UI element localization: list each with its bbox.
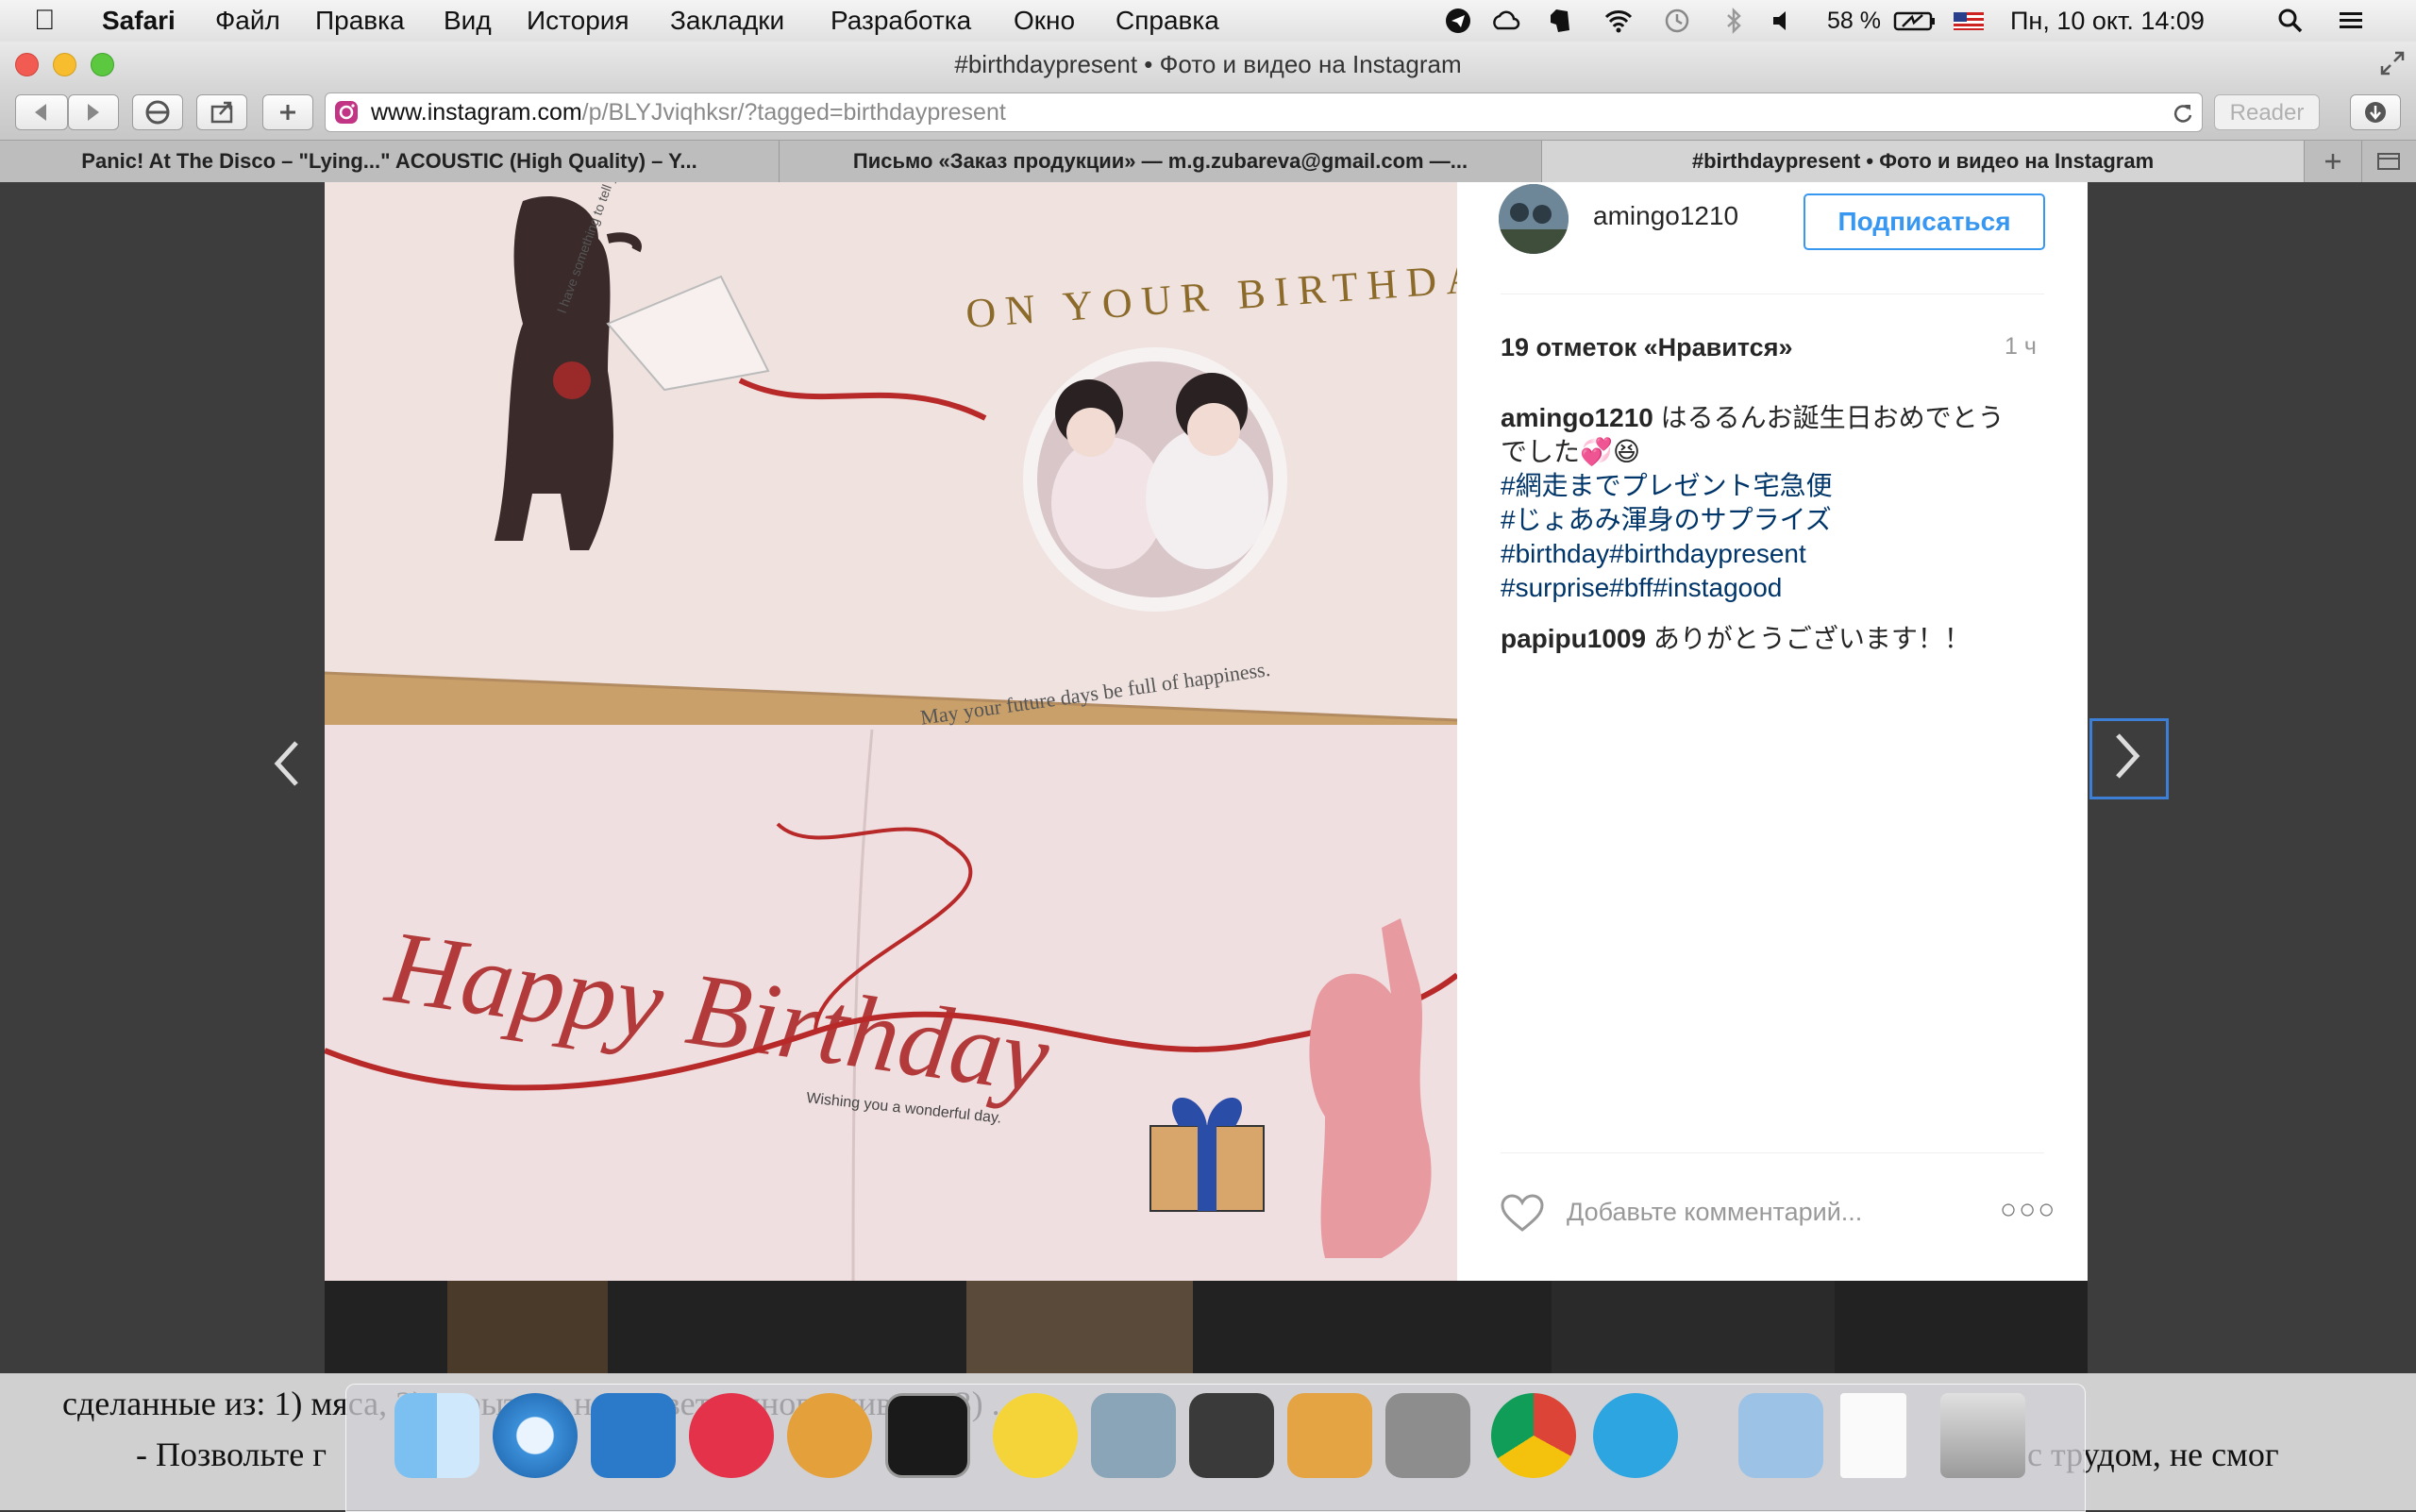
post-side-panel: amingo1210 Подписаться 19 отметок «Нрави… [1457, 182, 2088, 1281]
add-comment-input[interactable]: Добавьте комментарий... [1567, 1198, 1862, 1227]
chrome-dock-icon[interactable] [1491, 1393, 1576, 1478]
time-machine-icon[interactable] [1661, 6, 1693, 36]
document-dock-icon[interactable] [1840, 1393, 1906, 1478]
post-time[interactable]: 1 ч [2005, 333, 2037, 361]
menu-file[interactable]: Файл [215, 0, 280, 42]
menu-app-name[interactable]: Safari [102, 0, 176, 42]
plus-icon [2325, 154, 2340, 169]
plus-icon [280, 105, 295, 120]
menu-develop[interactable]: Разработка [830, 0, 971, 42]
avatar-image [1499, 184, 1569, 254]
background-doc-text: - Позвольте г [136, 1436, 327, 1473]
tab-overview-button[interactable] [2361, 141, 2416, 182]
url-path: /p/BLYJviqhksr/?tagged=birthdaypresent [581, 99, 1006, 126]
battery-percent: 58 % [1827, 8, 1881, 34]
user-avatar[interactable] [1499, 184, 1569, 254]
share-icon [210, 101, 233, 124]
apple-icon[interactable]:  [34, 0, 56, 42]
likes-count[interactable]: 19 отметок «Нравится» [1501, 333, 1792, 362]
ibooks-dock-icon[interactable] [1287, 1393, 1372, 1478]
post-photo[interactable]: I have something to tell you ON YOUR BIR… [325, 182, 1457, 1281]
like-heart-icon[interactable] [1501, 1194, 1544, 1234]
telegram-status-icon[interactable] [1442, 6, 1474, 36]
battery-icon[interactable] [1893, 6, 1937, 36]
terminal-dock-icon[interactable] [885, 1393, 970, 1478]
url-host: www.instagram.com/p/BLYJviqhksr/?tagged=… [371, 99, 1006, 126]
instagram-favicon [335, 101, 358, 124]
forward-button[interactable] [68, 94, 119, 130]
notification-center-icon[interactable] [2335, 6, 2367, 36]
new-tab-plus-button[interactable] [2305, 141, 2362, 182]
menu-view[interactable]: Вид [444, 0, 492, 42]
app-orange-dock-icon[interactable] [787, 1393, 872, 1478]
tab-bar: Panic! At The Disco – "Lying..." ACOUSTI… [0, 140, 2416, 183]
menu-bookmarks[interactable]: Закладки [670, 0, 784, 42]
page-viewport: I have something to tell you ON YOUR BIR… [0, 182, 2416, 1373]
previous-post-arrow[interactable] [270, 737, 304, 803]
volume-icon[interactable] [1767, 6, 1799, 36]
post-username[interactable]: amingo1210 [1593, 201, 1738, 231]
background-thumbnails [447, 1281, 1835, 1373]
hashtag-link[interactable]: #surprise#bff#instagood [1501, 571, 2029, 605]
sublime-text-dock-icon[interactable] [1189, 1393, 1274, 1478]
evernote-extension-button[interactable] [132, 94, 183, 130]
applications-folder-dock-icon[interactable] [1738, 1393, 1823, 1478]
birthday-card-image: I have something to tell you ON YOUR BIR… [325, 182, 1457, 1281]
skitch-dock-icon[interactable] [689, 1393, 774, 1478]
menu-window[interactable]: Окно [1014, 0, 1075, 42]
window-title: #birthdaypresent • Фото и видео на Insta… [954, 50, 1462, 78]
tab-instagram[interactable]: #birthdaypresent • Фото и видео на Insta… [1542, 141, 2305, 182]
finder-dock-icon[interactable] [394, 1393, 479, 1478]
comment-text: ありがとうございます！！ [1653, 624, 1971, 653]
cloud-sync-icon[interactable] [1489, 6, 1521, 36]
download-icon [2365, 102, 2386, 123]
bluetooth-icon[interactable] [1718, 6, 1750, 36]
hashtag-link[interactable]: #birthday#birthdaypresent [1501, 537, 2029, 571]
follow-button[interactable]: Подписаться [1804, 193, 2045, 250]
new-tab-button[interactable] [262, 94, 313, 130]
menu-bar:  Safari Файл Правка Вид История Закладк… [0, 0, 2416, 42]
tab-gmail-letter[interactable]: Письмо «Заказ продукции» — m.g.zubareva@… [780, 141, 1542, 182]
downloads-button[interactable] [2350, 94, 2401, 130]
ie-tab-icon [145, 100, 170, 125]
tab-panic-at-the-disco[interactable]: Panic! At The Disco – "Lying..." ACOUSTI… [0, 141, 780, 182]
back-arrow-icon [35, 104, 46, 121]
divider [1501, 1152, 2044, 1153]
background-posts-strip [325, 1281, 2088, 1373]
next-post-arrow[interactable] [2110, 730, 2144, 796]
reload-icon[interactable] [2170, 101, 2194, 126]
word-dock-icon[interactable] [591, 1393, 676, 1478]
more-options-button[interactable]: ○○○ [2000, 1194, 2056, 1226]
spotlight-search-icon[interactable] [2274, 6, 2307, 36]
reader-button[interactable]: Reader [2214, 94, 2320, 130]
comment-item: papipu1009 ありがとうございます！！ [1501, 618, 2029, 656]
hashtag-link[interactable]: #じょあみ渾身のサプライズ [1501, 503, 2029, 537]
browser-toolbar: www.instagram.com/p/BLYJviqhksr/?tagged=… [0, 87, 2416, 140]
us-flag-icon[interactable] [1952, 6, 1986, 36]
chevron-left-icon [274, 741, 298, 786]
address-bar[interactable]: www.instagram.com/p/BLYJviqhksr/?tagged=… [325, 92, 2203, 132]
chevron-right-icon [2116, 733, 2140, 779]
back-button[interactable] [15, 94, 68, 130]
hashtag-link[interactable]: #網走までプレゼント宅急便 [1501, 469, 2029, 503]
clock-datetime[interactable]: Пн, 10 окт. 14:09 [2010, 0, 2205, 42]
safari-dock-icon[interactable] [493, 1393, 578, 1478]
menu-history[interactable]: История [527, 0, 629, 42]
wifi-icon[interactable] [1602, 6, 1635, 36]
menu-edit[interactable]: Правка [315, 0, 405, 42]
system-preferences-dock-icon[interactable] [1385, 1393, 1470, 1478]
evernote-icon[interactable] [1544, 6, 1576, 36]
tab-overview-icon [2377, 153, 2400, 170]
preview-dock-icon[interactable] [1091, 1393, 1176, 1478]
comment-username[interactable]: papipu1009 [1501, 624, 1646, 653]
menu-help[interactable]: Справка [1116, 0, 1219, 42]
share-button[interactable] [196, 94, 247, 130]
caption-username[interactable]: amingo1210 [1501, 403, 1653, 432]
post-caption: amingo1210 はるるんお誕生日おめでとうでした💞😆 #網走までプレゼント… [1501, 401, 2029, 605]
cyberduck-dock-icon[interactable] [993, 1393, 1078, 1478]
forward-arrow-icon [88, 104, 99, 121]
trash-dock-icon[interactable] [1940, 1393, 2025, 1478]
telegram-dock-icon[interactable] [1593, 1393, 1678, 1478]
